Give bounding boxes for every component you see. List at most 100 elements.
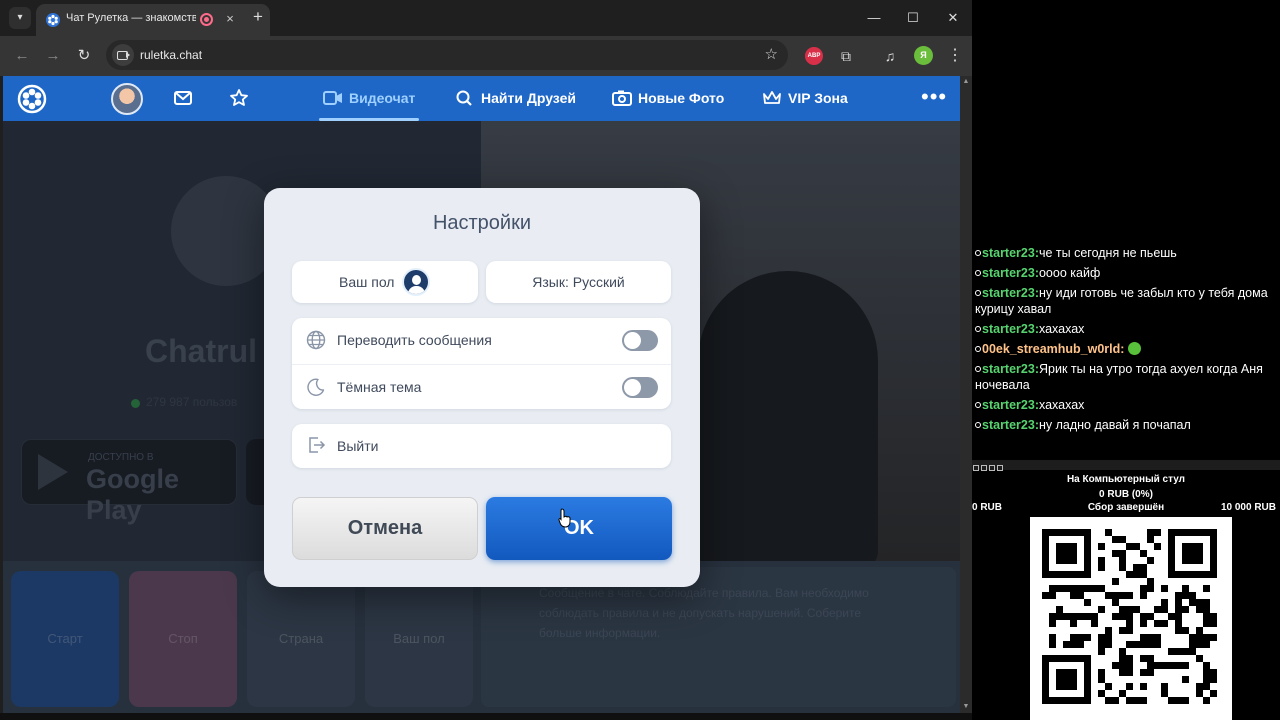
- chat-bullet-icon: [975, 326, 981, 332]
- male-avatar-icon: [402, 268, 430, 296]
- crown-icon: [763, 91, 781, 104]
- chat-username: 00ek_streamhub_w0rld:: [982, 342, 1125, 356]
- chat-emote-icon: [1127, 342, 1141, 355]
- chat-username: starter23:: [982, 246, 1039, 260]
- favorites-star-icon[interactable]: [229, 88, 249, 108]
- chat-message: 00ek_streamhub_w0rld:: [972, 339, 1280, 359]
- video-icon: [323, 91, 342, 105]
- tab-search-button[interactable]: ▾: [9, 7, 31, 29]
- bookmark-star-icon[interactable]: ☆: [765, 45, 778, 63]
- dialog-title: Настройки: [432, 212, 532, 234]
- extensions-puzzle-icon[interactable]: ⧉: [836, 46, 856, 66]
- nav-vip-zone[interactable]: VIP Зона: [762, 76, 848, 121]
- gender-select-button[interactable]: Ваш пол: [292, 261, 478, 303]
- donation-progress: 0 RUB (0%): [1099, 489, 1153, 500]
- language-select-button[interactable]: Язык: Русский: [486, 261, 671, 303]
- nav-find-friends[interactable]: Найти Друзей: [455, 76, 576, 121]
- translate-label: Переводить сообщения: [337, 332, 492, 348]
- browser-toolbar: ← → ↻ ruletka.chat ☆ ABP ⧉ ♫ Я ⋮: [0, 36, 972, 76]
- dark-theme-label: Тёмная тема: [337, 379, 422, 395]
- overlay-icon-strip: [972, 460, 1280, 471]
- nav-vip-zone-label: VIP Зона: [788, 90, 848, 106]
- translate-row[interactable]: Переводить сообщения: [292, 318, 671, 363]
- chat-text: че ты сегодня не пьешь: [1038, 246, 1177, 260]
- cancel-button[interactable]: Отмена: [292, 497, 478, 560]
- site-info-icon[interactable]: [112, 44, 134, 66]
- browser-menu-icon[interactable]: ⋮: [945, 45, 965, 67]
- chat-text: хахахах: [1038, 322, 1085, 336]
- chat-text: оооо кайф: [1038, 266, 1101, 280]
- taskbar-edge: [0, 713, 972, 720]
- profile-avatar[interactable]: Я: [914, 46, 933, 65]
- chat-username: starter23:: [982, 322, 1039, 336]
- chat-bullet-icon: [975, 422, 981, 428]
- forward-icon[interactable]: →: [42, 45, 64, 67]
- logout-button[interactable]: Выйти: [292, 424, 671, 468]
- chat-bullet-icon: [975, 290, 981, 296]
- page-scrollbar[interactable]: ▲ ▼: [960, 76, 972, 713]
- chat-username: starter23:: [982, 266, 1039, 280]
- chat-bullet-icon: [975, 346, 981, 352]
- chat-message: starter23:хахахах: [972, 319, 1280, 339]
- donation-goal-title: На Компьютерный стул: [1066, 474, 1186, 485]
- chat-bullet-icon: [975, 366, 981, 372]
- tab-close-button[interactable]: ×: [221, 10, 239, 28]
- chat-message: starter23:хахахах: [972, 395, 1280, 415]
- chat-bullet-icon: [975, 270, 981, 276]
- site-navbar: Видеочат Найти Друзей Новые Фото VIP Зон…: [3, 76, 960, 121]
- chat-bullet-icon: [975, 250, 981, 256]
- tab-title: Чат Рулетка — знакомства: [66, 12, 196, 24]
- scroll-down-icon[interactable]: ▼: [962, 703, 970, 711]
- chat-text: хахахах: [1038, 398, 1085, 412]
- scroll-up-icon[interactable]: ▲: [962, 78, 970, 86]
- chat-message: starter23:Ярик ты на утро тогда ахуел ко…: [972, 359, 1280, 395]
- nav-find-friends-label: Найти Друзей: [481, 90, 576, 106]
- chat-username: starter23:: [982, 362, 1039, 376]
- chat-message: starter23:оооо кайф: [972, 263, 1280, 283]
- ruletka-logo-icon[interactable]: [17, 84, 47, 114]
- tab-strip: ▾ Чат Рулетка — знакомства × + — ☐ ✕: [0, 0, 972, 36]
- settings-toggles-card: Переводить сообщения Тёмная тема: [292, 318, 671, 409]
- moon-icon: [307, 378, 325, 396]
- chat-bullet-icon: [975, 402, 981, 408]
- nav-videochat[interactable]: Видеочат: [318, 76, 420, 121]
- settings-dialog: Настройки Ваш пол Язык: Русский Переводи…: [264, 188, 700, 587]
- logout-label: Выйти: [337, 438, 379, 454]
- adblock-extension-icon[interactable]: ABP: [805, 47, 823, 65]
- media-control-icon[interactable]: ♫: [880, 46, 900, 66]
- site-favicon-icon: [46, 13, 60, 27]
- camera-icon: [612, 90, 632, 106]
- nav-videochat-label: Видеочат: [349, 90, 416, 106]
- donation-max: 10 000 RUB: [1220, 502, 1276, 513]
- translate-toggle[interactable]: [622, 330, 658, 351]
- user-avatar[interactable]: [111, 83, 143, 115]
- recording-icon: [200, 13, 213, 26]
- minimize-button[interactable]: —: [864, 8, 884, 28]
- ok-button[interactable]: OK: [486, 497, 672, 560]
- dark-theme-row[interactable]: Тёмная тема: [292, 364, 671, 409]
- stream-overlay: starter23:че ты сегодня не пьешь starter2…: [972, 0, 1280, 720]
- maximize-button[interactable]: ☐: [903, 8, 923, 28]
- chat-message: starter23:ну иди готовь че забыл кто у т…: [972, 283, 1280, 319]
- mail-icon[interactable]: [173, 88, 193, 108]
- language-label: Язык: Русский: [532, 274, 625, 290]
- back-icon[interactable]: ←: [11, 45, 33, 67]
- url-text[interactable]: ruletka.chat: [140, 48, 202, 62]
- reload-icon[interactable]: ↻: [73, 45, 95, 67]
- chat-message: starter23:ну ладно давай я почапал: [972, 415, 1280, 435]
- new-tab-button[interactable]: +: [248, 7, 268, 27]
- close-window-button[interactable]: ✕: [943, 8, 963, 28]
- chat-message: starter23:че ты сегодня не пьешь: [972, 243, 1280, 263]
- nav-new-photos[interactable]: Новые Фото: [612, 76, 724, 121]
- address-bar[interactable]: ruletka.chat ☆: [106, 40, 788, 70]
- more-menu-icon[interactable]: •••: [921, 76, 947, 121]
- browser-tab[interactable]: Чат Рулетка — знакомства ×: [36, 4, 270, 36]
- chat-username: starter23:: [982, 286, 1039, 300]
- stream-chat: starter23:че ты сегодня не пьешь starter2…: [972, 243, 1280, 435]
- browser-window: ▾ Чат Рулетка — знакомства × + — ☐ ✕ ← →: [0, 0, 972, 720]
- chat-username: starter23:: [982, 418, 1039, 432]
- search-icon: [456, 90, 472, 106]
- nav-new-photos-label: Новые Фото: [638, 90, 725, 106]
- dark-theme-toggle[interactable]: [622, 377, 658, 398]
- gender-label: Ваш пол: [339, 274, 395, 290]
